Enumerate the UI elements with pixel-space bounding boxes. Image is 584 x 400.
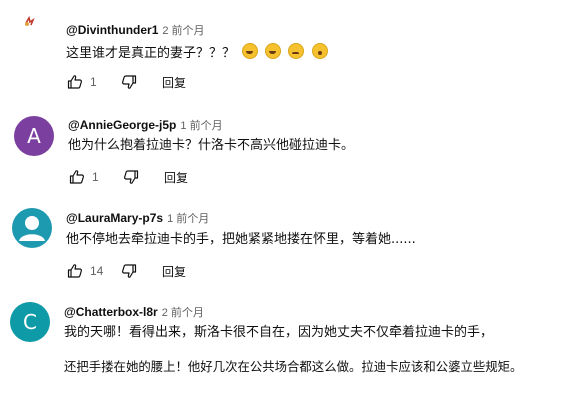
like-count: 1 xyxy=(90,75,97,89)
avatar[interactable] xyxy=(12,208,52,248)
comment-time[interactable]: 2 前个月 xyxy=(162,307,204,319)
avatar[interactable]: C xyxy=(10,302,50,342)
comment-actions: 1 回复 xyxy=(68,167,188,187)
sad-crying-emoji-icon xyxy=(288,43,305,59)
dislike-icon[interactable] xyxy=(120,262,138,280)
reply-button[interactable]: 回复 xyxy=(164,169,188,186)
comment-text: 这里谁才是真正的妻子？？？ xyxy=(66,43,328,62)
reply-button[interactable]: 回复 xyxy=(162,74,186,91)
comment-text: 他为什么抱着拉迪卡？什洛卡不高兴他碰拉迪卡。 xyxy=(68,138,355,153)
reply-button[interactable]: 回复 xyxy=(162,263,186,280)
comment-author[interactable]: @Divinthunder1 2 前个月 xyxy=(66,22,205,38)
comment-author[interactable]: @LauraMary-p7s 1 前个月 xyxy=(66,210,209,226)
like-icon[interactable] xyxy=(66,262,84,280)
comment-time[interactable]: 1 前个月 xyxy=(180,120,222,132)
comment-actions: 14 回复 xyxy=(66,261,186,281)
avatar[interactable] xyxy=(18,14,42,38)
comment-text: 我的天哪！看得出来，斯洛卡很不自在，因为她丈夫不仅牵着拉迪卡的手， xyxy=(64,325,494,340)
comment-text-continued: 还把手搂在她的腰上！他好几次在公共场合都这么做。拉迪卡应该和公婆立些规矩。 xyxy=(64,359,523,374)
laughing-crying-emoji-icon xyxy=(265,43,282,59)
lightning-avatar-icon xyxy=(25,15,35,26)
comment-time[interactable]: 2 前个月 xyxy=(162,25,204,37)
comment-time[interactable]: 1 前个月 xyxy=(167,213,209,225)
default-user-icon xyxy=(19,216,45,241)
comment-text: 他不停地去牵拉迪卡的手，把她紧紧地搂在怀里，等着她...... xyxy=(66,232,416,247)
like-count: 1 xyxy=(92,170,99,184)
dislike-icon[interactable] xyxy=(122,168,140,186)
comment-author[interactable]: @AnnieGeorge-j5p 1 前个月 xyxy=(68,117,223,133)
comment-author[interactable]: @Chatterbox-l8r 2 前个月 xyxy=(64,304,204,320)
like-count: 14 xyxy=(90,264,104,278)
laughing-crying-emoji-icon xyxy=(242,43,259,59)
dislike-icon[interactable] xyxy=(120,73,138,91)
surprised-emoji-icon xyxy=(311,43,328,59)
like-icon[interactable] xyxy=(68,168,86,186)
avatar[interactable]: A xyxy=(14,116,54,156)
comment-actions: 1 回复 xyxy=(66,72,186,92)
like-icon[interactable] xyxy=(66,73,84,91)
